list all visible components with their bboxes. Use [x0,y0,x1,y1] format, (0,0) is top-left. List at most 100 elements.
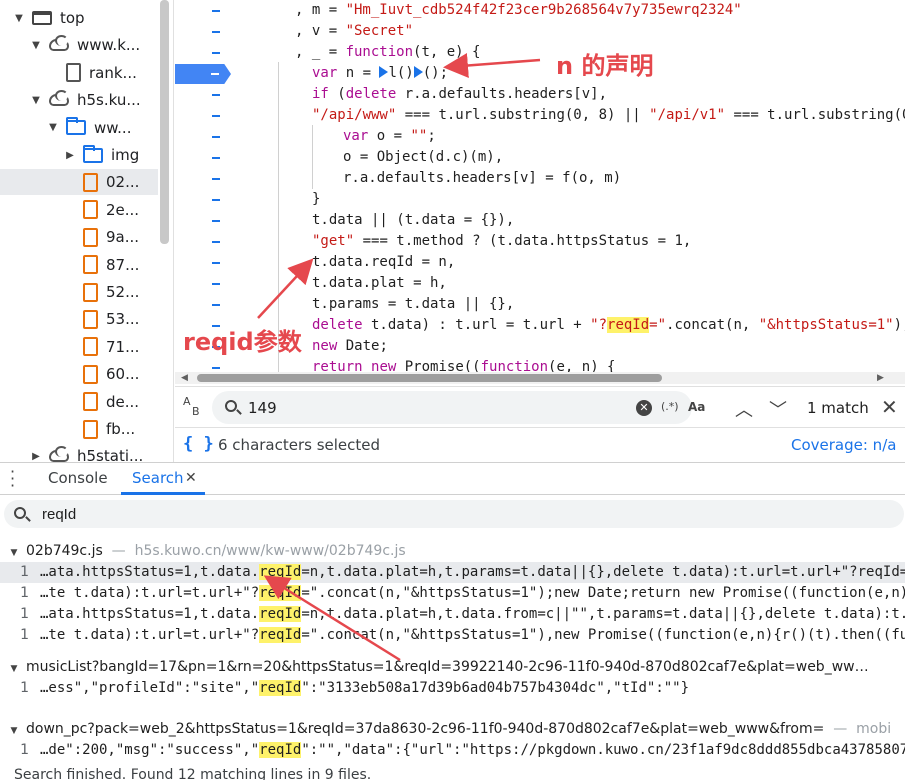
result-line[interactable]: 1 …de":200,"msg":"success","reqId":"","da… [0,740,905,761]
line-marker[interactable] [212,283,220,285]
clear-icon[interactable]: ✕ [636,400,652,416]
line-marker[interactable] [212,115,220,117]
code-line[interactable]: r.a.defaults.headers[v] = f(o, m) [343,168,621,189]
code-line[interactable]: return new Promise((function(e, n) { [312,357,615,372]
tree-item[interactable]: ▼ top [0,5,158,31]
chevron-down-icon[interactable]: ﹀ [769,396,787,422]
coverage-link[interactable]: Coverage: n/a [791,436,896,454]
code-line[interactable]: var n = l() (); [312,63,448,84]
line-marker[interactable] [212,367,220,369]
code-line[interactable]: } [312,189,320,210]
code-line[interactable]: "/api/www" === t.url.substring(0, 8) || … [312,105,905,126]
file-tree-scrollbar[interactable] [160,0,169,244]
result-line[interactable]: 1 …ess","profileId":"site","reqId":"3133e… [0,678,905,699]
line-marker[interactable] [212,304,220,306]
line-marker[interactable] [212,136,220,138]
line-marker[interactable] [212,10,220,12]
collapse-arrow-icon[interactable]: ▶ [29,451,43,462]
pretty-print-icon[interactable]: { } [183,434,214,454]
line-marker[interactable] [212,94,220,96]
tree-item[interactable]: ▶ img [0,142,158,168]
tree-item[interactable]: ▶53... [0,306,158,332]
tree-item[interactable]: ▶2e... [0,197,158,223]
line-marker[interactable] [212,220,220,222]
tree-item[interactable]: ▶9a... [0,224,158,250]
close-find-button[interactable]: ✕ [881,395,898,419]
find-input[interactable] [212,391,692,424]
result-line[interactable]: 1 …ata.httpsStatus=1,t.data.reqId=n,t.dat… [0,604,905,625]
tree-item[interactable]: ▶ h5stati... [0,443,158,462]
expand-arrow-icon[interactable]: ▼ [46,122,60,133]
collapse-arrow-icon[interactable]: ▶ [63,150,77,161]
tab-console[interactable]: Console [48,469,108,487]
tree-item[interactable]: ▶rank... [0,60,158,86]
pause-marker-icon [379,66,389,78]
line-marker[interactable] [212,262,220,264]
code-editor[interactable]: , m = "Hm_Iuvt_cdb524f42f23cer9b268564v7… [175,0,905,372]
cloud-icon [49,35,69,52]
editor-horizontal-scrollbar[interactable]: ◀ ▶ [175,372,905,384]
scroll-right-arrow[interactable]: ▶ [877,373,884,383]
folder-icon [66,117,86,136]
line-gutter[interactable] [175,0,257,372]
code-line[interactable]: o = Object(d.c)(m), [343,147,503,168]
tree-item[interactable]: ▶87... [0,252,158,278]
result-line[interactable]: 1 …te t.data):t.url=t.url+"?reqId=".conca… [0,625,905,646]
line-marker[interactable] [212,178,220,180]
case-toggle[interactable]: Aa [688,400,705,414]
code-line[interactable]: , _ = function(t, e) { [295,42,480,63]
result-line[interactable]: 1 …te t.data):t.url=t.url+"?reqId=".conca… [0,583,905,604]
tree-item[interactable]: ▼ www.k... [0,32,158,58]
code-line[interactable]: delete t.data) : t.url = t.url + "?reqId… [312,315,905,336]
tree-item[interactable]: ▶71... [0,334,158,360]
result-file-header[interactable]: ▼ 02b749c.js — h5s.kuwo.cn/www/kw-www/02b… [0,541,905,562]
expand-arrow-icon[interactable]: ▼ [29,40,43,51]
expand-arrow-icon[interactable]: ▼ [12,13,26,24]
line-marker[interactable] [212,241,220,243]
code-line[interactable]: new Date; [312,336,388,357]
editor-status-bar: { } 6 characters selected Coverage: n/a [175,429,905,462]
result-line[interactable]: 1 …ata.httpsStatus=1,t.data.reqId=n,t.dat… [0,562,905,583]
tree-item[interactable]: ▼ ww... [0,115,158,141]
tree-item[interactable]: ▼ h5s.ku... [0,87,158,113]
code-line[interactable]: t.params = t.data || {}, [312,294,514,315]
code-line[interactable]: t.data.reqId = n, [312,252,455,273]
tree-item[interactable]: ▶52... [0,279,158,305]
tree-item[interactable]: ▶60... [0,361,158,387]
result-file-header[interactable]: ▼ down_pc?pack=web_2&httpsStatus=1&reqId=… [0,719,905,740]
expand-arrow-icon[interactable]: ▼ [29,95,43,106]
search-input[interactable] [4,500,904,528]
regex-toggle[interactable]: (.*) [661,400,679,413]
line-marker[interactable] [212,199,220,201]
chevron-up-icon[interactable]: ︿ [735,396,753,422]
code-line[interactable]: t.data.plat = h, [312,273,447,294]
collapse-arrow-icon[interactable]: ▼ [7,543,21,562]
find-bar: A B ✕ (.*) Aa ︿ ﹀ 1 match ✕ [175,386,905,428]
scroll-left-arrow[interactable]: ◀ [181,373,188,383]
code-line[interactable]: t.data || (t.data = {}), [312,210,514,231]
close-tab-icon[interactable]: ✕ [185,470,197,486]
line-marker[interactable] [212,157,220,159]
tree-item[interactable]: ▶fb... [0,416,158,442]
breakpoint-marker[interactable] [175,64,231,84]
pause-marker-icon [413,66,423,78]
line-marker[interactable] [212,52,220,54]
scroll-thumb[interactable] [197,374,662,382]
match-case-icon[interactable]: A B [183,396,201,417]
collapse-arrow-icon[interactable]: ▼ [7,721,21,740]
tree-item-label: ww... [94,118,132,137]
code-line[interactable]: , v = "Secret" [295,21,413,42]
result-file-header[interactable]: ▼ musicList?bangId=17&pn=1&rn=20&httpsSta… [0,657,905,678]
code-line[interactable]: "get" === t.method ? (t.data.httpsStatus… [312,231,691,252]
tree-item[interactable]: ▶02... [0,169,158,196]
line-marker[interactable] [212,31,220,33]
collapse-arrow-icon[interactable]: ▼ [7,659,21,678]
tree-item-label: 02... [106,173,140,192]
file-js-icon [83,200,98,220]
tree-item[interactable]: ▶de... [0,389,158,415]
code-line[interactable]: , m = "Hm_Iuvt_cdb524f42f23cer9b268564v7… [295,0,742,21]
code-line[interactable]: var o = ""; [343,126,436,147]
tab-search[interactable]: Search [132,469,184,487]
code-line[interactable]: if (delete r.a.defaults.headers[v], [312,84,607,105]
more-menu-icon[interactable]: · · · [10,464,15,494]
